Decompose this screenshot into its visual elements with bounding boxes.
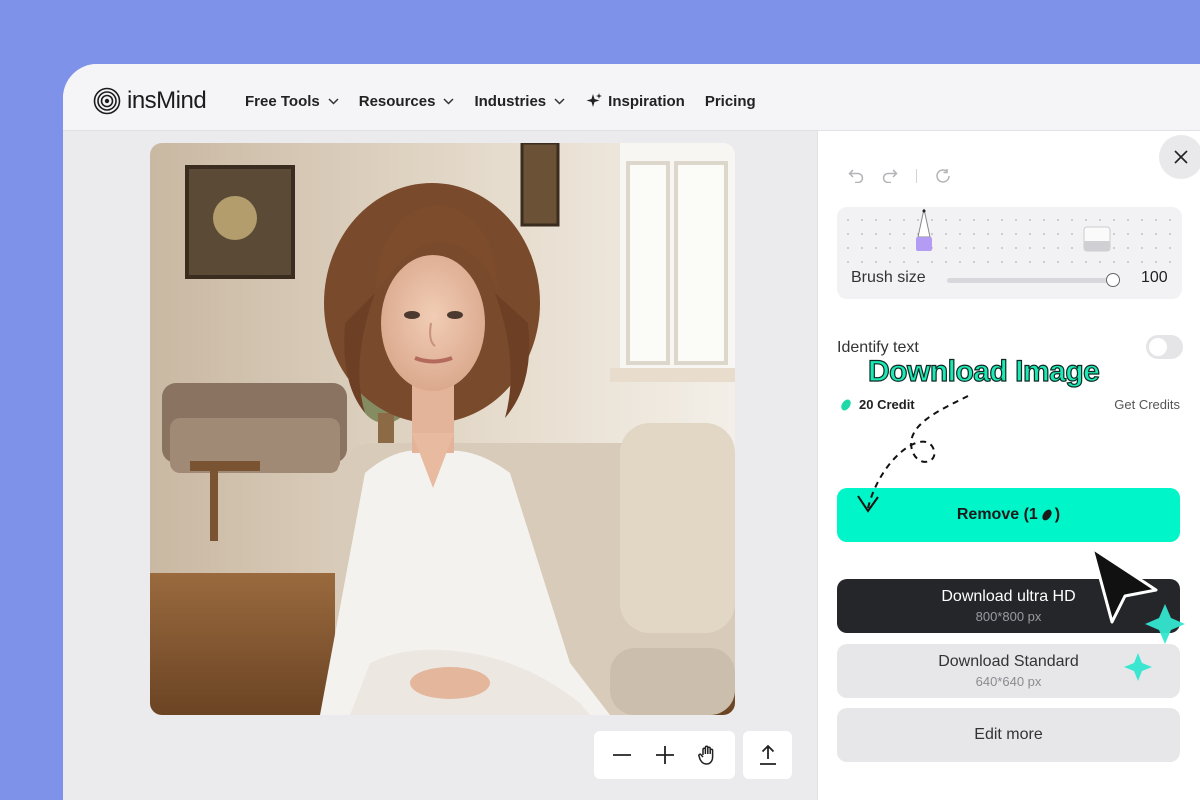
brush-preview: [837, 207, 1182, 265]
download-standard-size: 640*640 px: [975, 674, 1042, 689]
redo-icon[interactable]: [882, 169, 898, 183]
credit-balance: 20 Credit: [839, 397, 915, 412]
nav-label: Pricing: [704, 92, 756, 110]
portrait-image: [150, 143, 735, 715]
edit-more-label: Edit more: [974, 726, 1043, 743]
nav-resources[interactable]: Resources: [359, 92, 455, 110]
undo-icon[interactable]: [848, 169, 864, 183]
download-standard-button[interactable]: Download Standard 640*640 px: [837, 644, 1180, 698]
nav-inspiration[interactable]: Inspiration: [585, 92, 685, 110]
zoom-in-button[interactable]: [648, 738, 682, 772]
close-icon: [1174, 150, 1188, 164]
portrait-photo[interactable]: [150, 143, 735, 715]
brush-card: Brush size 100: [837, 207, 1182, 299]
brush-size-label: Brush size: [851, 269, 926, 286]
app-window: insMind Free Tools Resources Industries …: [63, 64, 1200, 800]
divider: [916, 169, 917, 183]
nav-label: Resources: [358, 92, 436, 110]
download-image-callout: Download Image: [867, 354, 1100, 388]
nav-label: Inspiration: [608, 92, 685, 110]
nav-label: Industries: [474, 92, 547, 110]
credit-amount: 20 Credit: [859, 397, 915, 412]
nav-label: Free Tools: [245, 92, 320, 110]
logo[interactable]: insMind: [93, 87, 207, 115]
brush-size-slider[interactable]: [947, 278, 1115, 283]
brush-tool-icon[interactable]: [912, 207, 936, 255]
logo-icon: [93, 87, 121, 115]
chevron-down-icon: [443, 97, 454, 105]
chevron-down-icon: [328, 97, 339, 105]
download-ultra-hd-button[interactable]: Download ultra HD 800*800 px: [837, 579, 1180, 633]
nav-industries[interactable]: Industries: [474, 92, 565, 110]
download-standard-label: Download Standard: [938, 653, 1079, 670]
upload-button[interactable]: [743, 731, 792, 779]
remove-button[interactable]: Remove (1 ): [837, 488, 1180, 542]
identify-text-toggle[interactable]: [1146, 335, 1183, 359]
zoom-out-button[interactable]: [605, 738, 639, 772]
remove-suffix: ): [1054, 506, 1061, 523]
nav-pricing[interactable]: Pricing: [705, 92, 756, 110]
close-button[interactable]: [1159, 135, 1200, 179]
download-hd-label: Download ultra HD: [941, 588, 1076, 605]
upload-icon: [759, 744, 776, 765]
credit-icon: [841, 399, 851, 410]
right-panel: Brush size 100 Identify text Download Im…: [817, 131, 1200, 800]
eraser-tool-icon[interactable]: [1082, 225, 1112, 253]
canvas-toolbar: [594, 731, 735, 779]
sparkle-icon: [586, 93, 603, 107]
hand-icon: [697, 745, 713, 765]
credit-icon: [1042, 509, 1052, 521]
brush-size-value: 100: [1141, 269, 1168, 286]
download-hd-size: 800*800 px: [975, 609, 1042, 624]
history-controls: [848, 168, 951, 184]
zoom-out-icon: [612, 754, 631, 756]
remove-label: Remove (1: [956, 506, 1038, 523]
top-nav: insMind Free Tools Resources Industries …: [63, 64, 1200, 131]
edit-more-button[interactable]: Edit more: [837, 708, 1180, 762]
chevron-down-icon: [554, 97, 565, 105]
zoom-in-icon: [655, 746, 674, 764]
slider-thumb[interactable]: [1106, 273, 1120, 287]
nav-menu: Free Tools Resources Industries Inspirat…: [245, 92, 776, 110]
brand-name: insMind: [127, 87, 207, 114]
pan-button[interactable]: [691, 738, 725, 772]
reset-icon[interactable]: [935, 168, 951, 184]
nav-free-tools[interactable]: Free Tools: [245, 92, 339, 110]
get-credits-link[interactable]: Get Credits: [1114, 397, 1180, 412]
